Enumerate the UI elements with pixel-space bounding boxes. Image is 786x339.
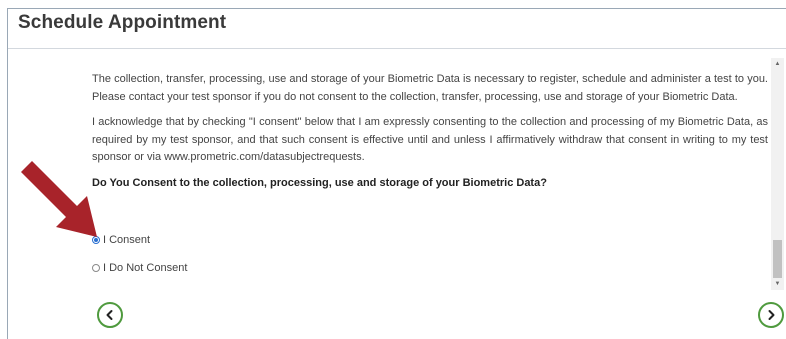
do-not-consent-option-label: I Do Not Consent (103, 262, 188, 274)
title-divider (8, 48, 786, 49)
consent-question: Do You Consent to the collection, proces… (92, 176, 547, 189)
scroll-up-icon[interactable]: ▲ (771, 58, 784, 70)
red-arrow-annotation (21, 161, 97, 237)
scrollbar-thumb[interactable] (773, 240, 782, 278)
page-title: Schedule Appointment (18, 12, 227, 33)
next-button[interactable] (758, 302, 784, 328)
consent-text-area: The collection, transfer, processing, us… (92, 71, 768, 192)
back-button[interactable] (97, 302, 123, 328)
scroll-down-icon[interactable]: ▼ (771, 278, 784, 290)
consent-option-no[interactable]: I Do Not Consent (92, 262, 187, 274)
acknowledgement-paragraph: I acknowledge that by checking "I consen… (92, 116, 768, 163)
content-scrollbar[interactable]: ▲ ▼ (771, 58, 784, 290)
chevron-left-icon (106, 310, 113, 320)
consent-option-label: I Consent (103, 234, 151, 246)
radio-button-do-not-consent[interactable] (92, 264, 100, 272)
biometric-notice-paragraph: The collection, transfer, processing, us… (92, 73, 768, 103)
chevron-right-icon (768, 310, 775, 320)
